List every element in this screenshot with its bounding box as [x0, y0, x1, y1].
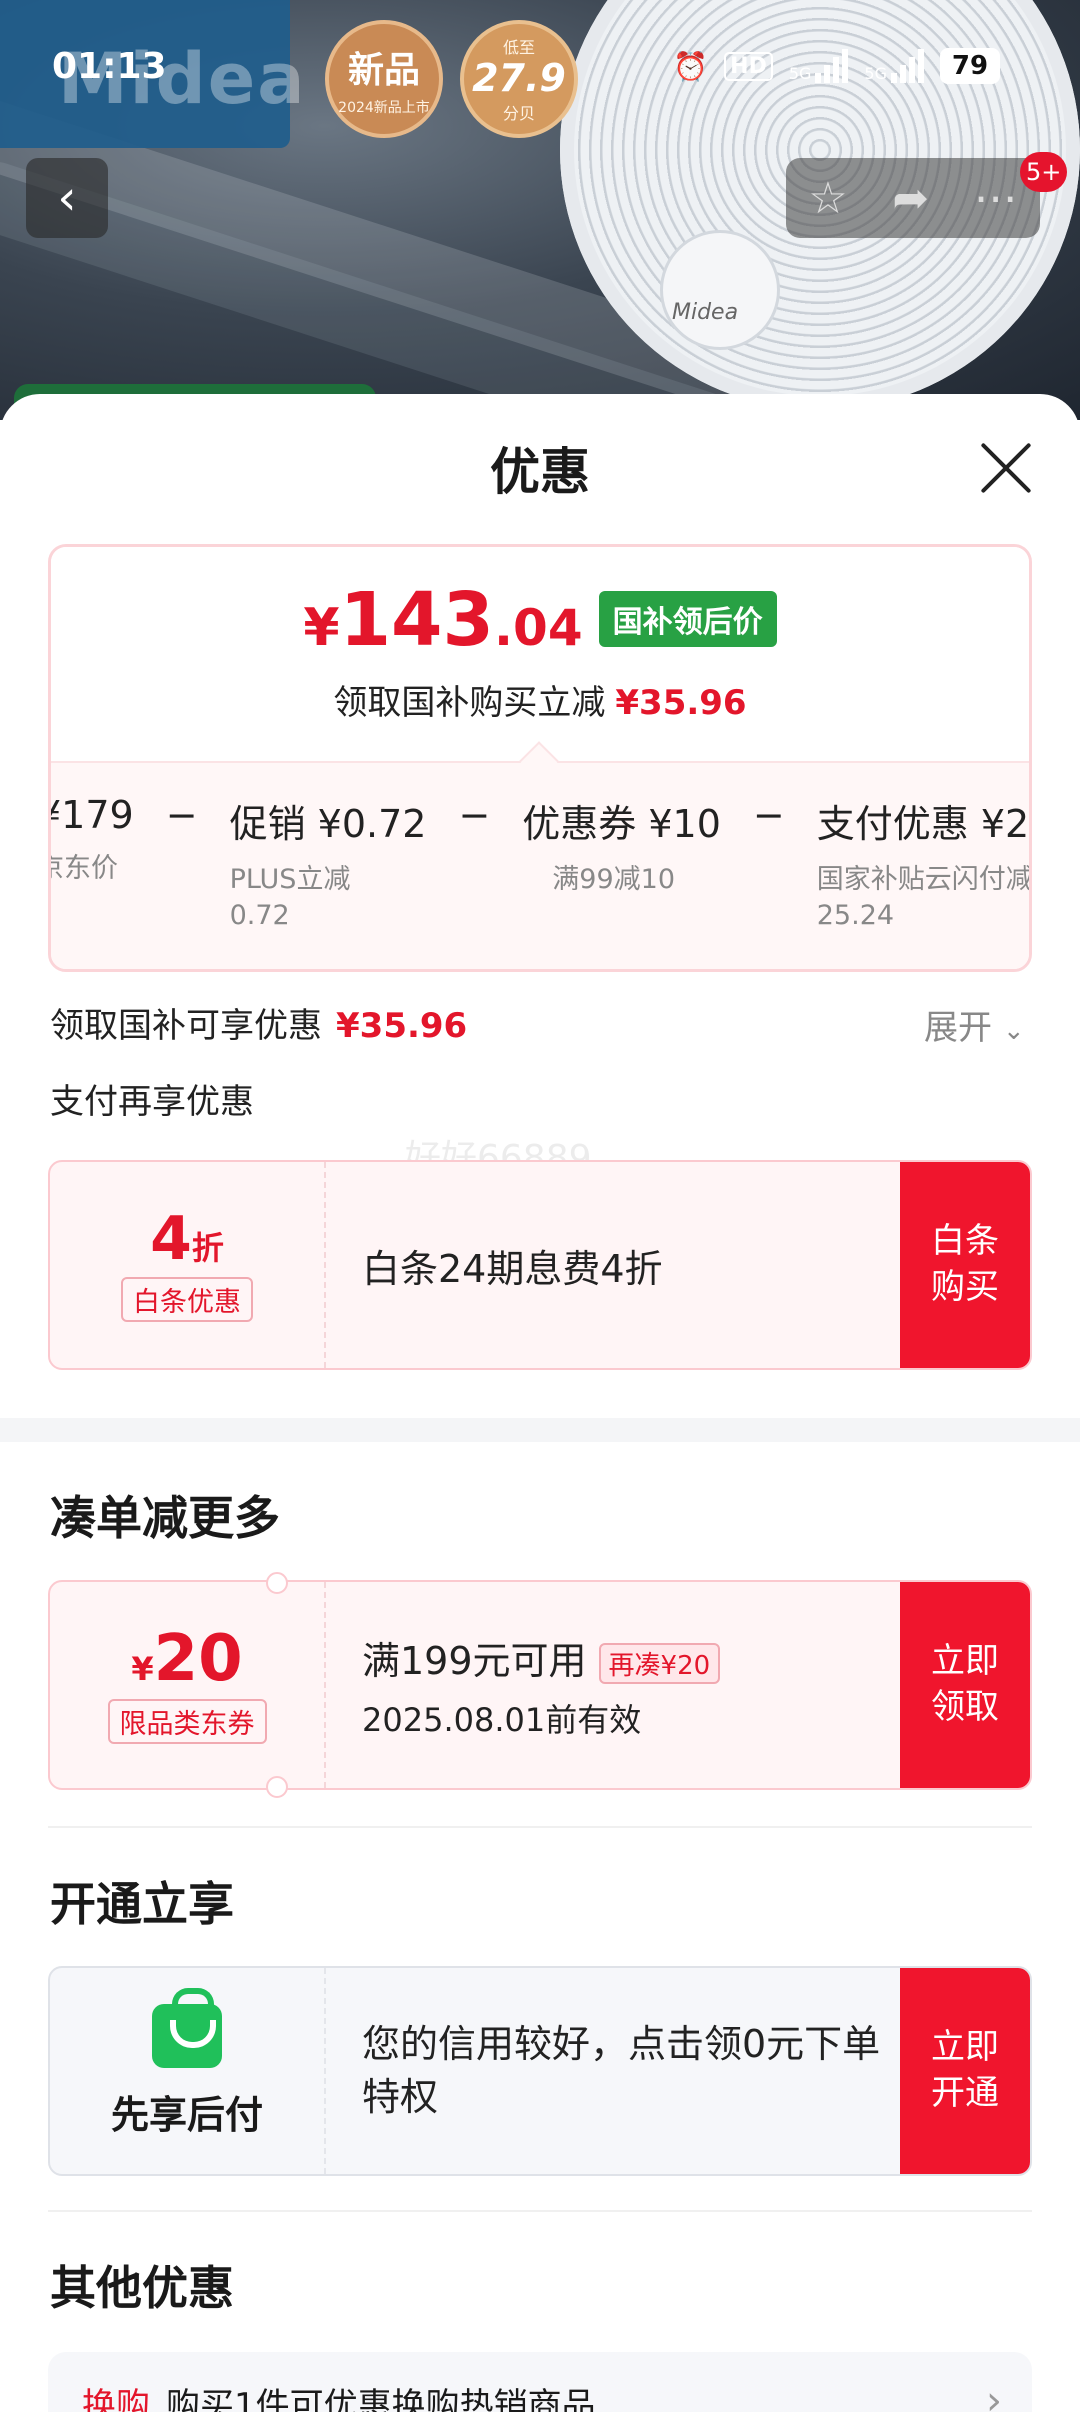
section-divider	[0, 1418, 1080, 1442]
divider-line	[48, 1826, 1032, 1828]
nav-action-group: ☆ ➦ ⋯	[786, 158, 1040, 238]
alarm-icon: ⏰	[673, 49, 709, 83]
price-reduction-text: 领取国补购买立减 ¥35.96	[333, 683, 747, 723]
minus-sign: −	[458, 793, 491, 837]
price-summary-card: ¥143.04 国补领后价 领取国补购买立减¥35.96 ¥179 京东价 − …	[48, 544, 1032, 972]
baitiao-tag: 白条优惠	[121, 1276, 253, 1322]
breakdown-item-coupon: 优惠券 ¥10 满99减10	[522, 802, 721, 895]
sheet-title: 优惠	[490, 443, 590, 501]
minus-sign: −	[752, 793, 785, 837]
more-icon[interactable]: ⋯	[974, 173, 1018, 224]
coupon-notch-top	[266, 1572, 288, 1594]
signal-icon-1: 5G	[789, 49, 849, 83]
add-more-tag: 再凑¥20	[598, 1642, 721, 1684]
discount-bottom-sheet: 优惠 ¥143.04 国补领后价 领取国补购买立减¥35.96 ¥179 京东价…	[0, 394, 1080, 2412]
coupon-condition: 满199元可用 再凑¥20	[362, 1630, 904, 1685]
activate-button[interactable]: 立即开通	[900, 1968, 1030, 2174]
status-time: 01:13	[52, 46, 167, 87]
coupon-notch-bottom	[266, 1776, 288, 1798]
chevron-left-icon: ‹	[57, 170, 77, 226]
breakdown-item-promotion: 促销 ¥0.72 PLUS立减 0.72	[229, 802, 427, 931]
signal-icon-2: 5G	[864, 49, 924, 83]
share-icon[interactable]: ➦	[892, 173, 929, 224]
expand-button[interactable]: 展开 ⌄	[924, 1000, 1025, 1049]
coupon-amount: ¥20	[131, 1621, 243, 1696]
baitiao-buy-button[interactable]: 白条购买	[900, 1162, 1030, 1368]
hd-icon: HD	[724, 51, 773, 81]
star-icon[interactable]: ☆	[808, 173, 847, 224]
payment-benefit-label: 支付再享优惠	[50, 1082, 254, 1122]
exchange-text: 购买1件可优惠换购热销商品	[166, 2385, 596, 2412]
open-section-title: 开通立享	[50, 1877, 234, 1931]
status-bar: 01:13 ⏰ HD 5G 5G 79	[0, 0, 1080, 140]
breakdown-item-jd-price: ¥179 京东价	[51, 793, 134, 884]
close-icon[interactable]	[976, 438, 1036, 498]
price-breakdown: ¥179 京东价 − 促销 ¥0.72 PLUS立减 0.72 − 优惠券 ¥1…	[51, 793, 1032, 933]
bundle-section-title: 凑单减更多	[50, 1491, 280, 1545]
final-price: ¥143.04	[303, 577, 583, 663]
chevron-right-icon: ›	[986, 2378, 1002, 2412]
pay-later-text: 您的信用较好，点击领0元下单特权	[362, 2021, 881, 2119]
coupon-type-tag: 限品类东券	[107, 1698, 267, 1744]
divider-line	[48, 2210, 1032, 2212]
pay-later-label: 先享后付	[110, 2092, 263, 2137]
breakdown-item-payment: 支付优惠 ¥25.24 国家补贴云闪付减 25.24	[816, 802, 1032, 931]
notification-badge: 5+	[1020, 152, 1068, 192]
baitiao-discount-value: 4折	[150, 1203, 224, 1274]
chevron-down-icon: ⌄	[1002, 1016, 1025, 1046]
exchange-offer-row[interactable]: 换购 购买1件可优惠换购热销商品 ›	[48, 2352, 1032, 2412]
baitiao-discount-card: 4折 白条优惠 白条24期息费4折 白条购买	[48, 1160, 1032, 1370]
subsidy-benefit-row: 领取国补可享优惠 ¥35.96	[50, 1006, 468, 1046]
minus-sign: −	[165, 793, 198, 837]
other-section-title: 其他优惠	[50, 2261, 234, 2315]
jd-coupon-card: ¥20 限品类东券 满199元可用 再凑¥20 2025.08.01前有效 立即领…	[48, 1580, 1032, 1790]
exchange-tag: 换购	[82, 2385, 150, 2412]
claim-coupon-button[interactable]: 立即领取	[900, 1582, 1030, 1788]
coupon-expiry: 2025.08.01前有效	[362, 1700, 642, 1739]
back-button[interactable]: ‹	[26, 158, 108, 238]
baitiao-title: 白条24期息费4折	[362, 1246, 663, 1291]
subsidy-price-tag: 国补领后价	[598, 591, 777, 647]
battery-icon: 79	[940, 48, 1000, 84]
pay-later-card: 先享后付 您的信用较好，点击领0元下单特权 立即开通	[48, 1966, 1032, 2176]
fan-brand-logo: Midea	[672, 300, 739, 325]
shopping-bag-icon	[152, 1987, 222, 2068]
